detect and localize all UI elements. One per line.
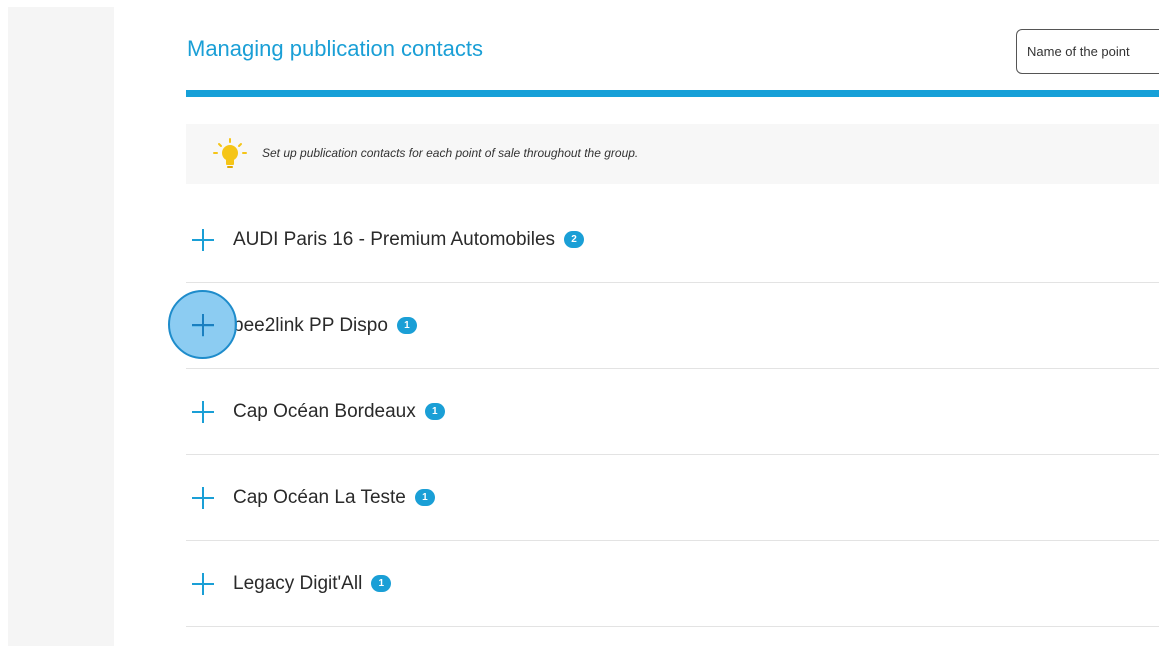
- point-of-sale-name: bee2link PP Dispo: [233, 314, 388, 336]
- point-of-sale-name: AUDI Paris 16 - Premium Automobiles: [233, 228, 556, 250]
- page-title: Managing publication contacts: [187, 36, 483, 61]
- click-indicator: [168, 290, 237, 359]
- contact-row-cap-ocean-la-teste[interactable]: Cap Océan La Teste 1: [186, 455, 1159, 541]
- expand-plus-icon[interactable]: [192, 400, 214, 423]
- point-of-sale-name: Cap Océan Bordeaux: [233, 400, 416, 422]
- contact-row-label: Cap Océan Bordeaux 1: [233, 401, 445, 423]
- expand-plus-icon[interactable]: [192, 572, 214, 595]
- expand-plus-icon[interactable]: [192, 486, 214, 509]
- contact-row-label: AUDI Paris 16 - Premium Automobiles 2: [233, 228, 585, 251]
- contact-count-badge: 2: [564, 231, 585, 248]
- contact-count-badge: 1: [424, 403, 445, 420]
- info-banner: Set up publication contacts for each poi…: [186, 124, 1159, 184]
- expand-plus-icon[interactable]: [192, 228, 214, 251]
- contact-row-cap-ocean-bordeaux[interactable]: Cap Océan Bordeaux 1: [186, 369, 1159, 455]
- contact-row-label: Cap Océan La Teste 1: [233, 487, 435, 509]
- contact-row-label: bee2link PP Dispo 1: [233, 315, 417, 337]
- search-placeholder: Name of the point: [1027, 44, 1130, 59]
- contact-row-bee2link[interactable]: bee2link PP Dispo 1: [186, 283, 1159, 369]
- point-of-sale-name: Cap Océan La Teste: [233, 486, 406, 508]
- contact-row-audi-paris-16[interactable]: AUDI Paris 16 - Premium Automobiles 2: [186, 197, 1159, 283]
- point-of-sale-name: Legacy Digit'All: [233, 572, 363, 594]
- main-content: Managing publication contacts Name of th…: [114, 0, 1159, 646]
- point-of-sale-search-input[interactable]: Name of the point: [1016, 29, 1159, 74]
- window-edge: [0, 0, 8, 646]
- info-banner-text: Set up publication contacts for each poi…: [262, 146, 639, 160]
- highlighted-plus-icon: [192, 313, 214, 336]
- title-underline: [186, 90, 1159, 97]
- page: Managing publication contacts Name of th…: [0, 0, 1159, 646]
- contact-count-badge: 1: [371, 575, 392, 592]
- sidebar: [8, 7, 114, 646]
- lightbulb-icon: [213, 138, 247, 168]
- contact-count-badge: 1: [414, 489, 435, 506]
- contact-count-badge: 1: [396, 317, 417, 334]
- contact-row-label: Legacy Digit'All 1: [233, 572, 392, 595]
- contact-row-legacy-digitall[interactable]: Legacy Digit'All 1: [186, 541, 1159, 627]
